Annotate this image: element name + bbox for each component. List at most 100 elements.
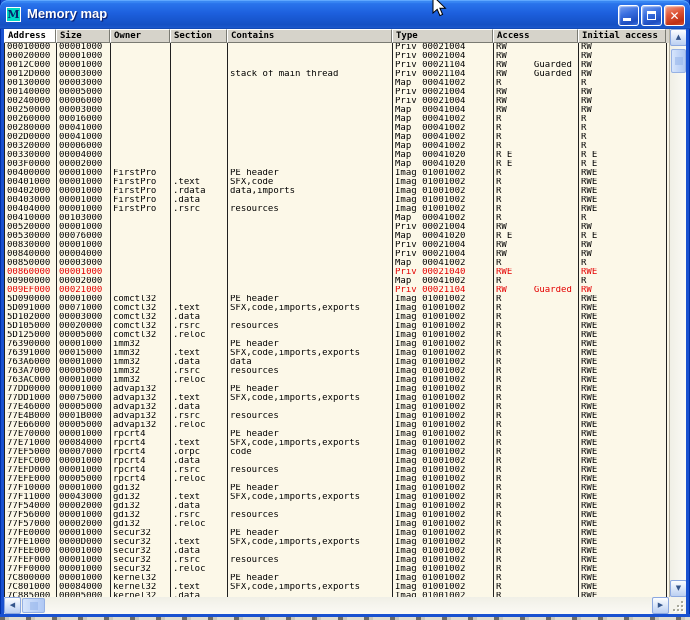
titlebar[interactable]: M Memory map ✕ bbox=[0, 0, 690, 29]
table-row[interactable]: 7639000000001000imm32PE headerImag 01001… bbox=[5, 340, 669, 349]
table-row[interactable]: 77F5400000002000gdi32.dataImag 01001002R… bbox=[5, 502, 669, 511]
table-row[interactable]: 0084000000004000Priv 00021004RWRW bbox=[5, 250, 669, 259]
cell-access: R bbox=[494, 493, 579, 502]
table-row[interactable]: 763A700000005000imm32.rsrcresourcesImag … bbox=[5, 367, 669, 376]
cell-access: R bbox=[494, 277, 579, 286]
cell-address: 00330000 bbox=[5, 151, 57, 160]
scroll-right-button[interactable]: ▶ bbox=[652, 597, 669, 614]
table-row[interactable]: 77DD100000075000advapi32.textSFX,code,im… bbox=[5, 394, 669, 403]
cell-access: R bbox=[494, 484, 579, 493]
cell-access: R bbox=[494, 295, 579, 304]
table-row[interactable]: 77F5700000002000gdi32.relocImag 01001002… bbox=[5, 520, 669, 529]
column-header-type[interactable]: Type bbox=[392, 29, 493, 43]
table-row[interactable]: 763AC00000001000imm32.relocImag 01001002… bbox=[5, 376, 669, 385]
column-header-owner[interactable]: Owner bbox=[110, 29, 170, 43]
table-row[interactable]: 77F1000000001000gdi32PE headerImag 01001… bbox=[5, 484, 669, 493]
table-row[interactable]: 0040000000001000FirstProPE headerImag 01… bbox=[5, 169, 669, 178]
cell-size: 00005000 bbox=[57, 367, 111, 376]
table-row[interactable]: 77FEF00000001000secur32.rsrcresourcesIma… bbox=[5, 556, 669, 565]
table-row[interactable]: 0040100000001000FirstPro.textSFX,codeIma… bbox=[5, 178, 669, 187]
table-row[interactable]: 0040300000001000FirstPro.dataImag 010010… bbox=[5, 196, 669, 205]
column-header-contains[interactable]: Contains bbox=[227, 29, 392, 43]
table-row[interactable]: 0002000000001000Priv 00021004RWRW bbox=[5, 52, 669, 61]
table-row[interactable]: 0041000000103000Map 00041002RR bbox=[5, 214, 669, 223]
scroll-left-button[interactable]: ◀ bbox=[4, 597, 21, 614]
cell-type: Priv 00021104 bbox=[393, 70, 494, 79]
cell-section: .rsrc bbox=[171, 511, 228, 520]
table-row[interactable]: 0012C00000001000Priv 00021104RW GuardedR… bbox=[5, 61, 669, 70]
table-row[interactable]: 77E6600000005000advapi32.relocImag 01001… bbox=[5, 421, 669, 430]
cell-address: 5D125000 bbox=[5, 331, 57, 340]
cell-type: Imag 01001002 bbox=[393, 493, 494, 502]
table-row[interactable]: 0012D00000003000stack of main threadPriv… bbox=[5, 70, 669, 79]
resize-grip[interactable] bbox=[669, 597, 686, 614]
table-row[interactable]: 009EF00000021000Priv 00021104RW GuardedR… bbox=[5, 286, 669, 295]
table-row[interactable]: 77E4600000005000advapi32.dataImag 010010… bbox=[5, 403, 669, 412]
table-row[interactable]: 0052000000001000Priv 00021004RWRW bbox=[5, 223, 669, 232]
column-header-initial-access[interactable]: Initial access bbox=[578, 29, 666, 43]
table-row[interactable]: 7C80100000084000kernel32.textSFX,code,im… bbox=[5, 583, 669, 592]
table-row[interactable]: 0053000000076000Map 00041020R ER E bbox=[5, 232, 669, 241]
table-row[interactable]: 7C80000000001000kernel32PE headerImag 01… bbox=[5, 574, 669, 583]
column-header-address[interactable]: Address bbox=[4, 29, 56, 43]
minimize-button[interactable] bbox=[618, 5, 639, 26]
close-button[interactable]: ✕ bbox=[664, 5, 685, 26]
table-row[interactable]: 5D10500000020000comctl32.rsrcresourcesIm… bbox=[5, 322, 669, 331]
cell-contains bbox=[228, 223, 393, 232]
cell-type: Map 00041002 bbox=[393, 142, 494, 151]
table-row[interactable]: 0028000000041000Map 00041002RR bbox=[5, 124, 669, 133]
cell-type: Priv 00021004 bbox=[393, 52, 494, 61]
table-row[interactable]: 77E7000000001000rpcrt4PE headerImag 0100… bbox=[5, 430, 669, 439]
table-row[interactable]: 77DD000000001000advapi32PE headerImag 01… bbox=[5, 385, 669, 394]
vertical-scrollbar[interactable]: ▲ ▼ bbox=[669, 29, 686, 597]
table-row[interactable]: 77FE000000001000secur32PE headerImag 010… bbox=[5, 529, 669, 538]
table-row[interactable]: 0032000000006000Map 00041002RR bbox=[5, 142, 669, 151]
table-row[interactable]: 5D09000000001000comctl32PE headerImag 01… bbox=[5, 295, 669, 304]
table-row[interactable]: 0014000000005000Priv 00021004RWRW bbox=[5, 88, 669, 97]
table-row[interactable]: 7639100000015000imm32.textSFX,code,impor… bbox=[5, 349, 669, 358]
column-header-access[interactable]: Access bbox=[493, 29, 578, 43]
vertical-scroll-thumb[interactable] bbox=[671, 49, 686, 73]
table-row[interactable]: 77FE10000000D000secur32.textSFX,code,imp… bbox=[5, 538, 669, 547]
cell-section bbox=[171, 223, 228, 232]
table-row[interactable]: 77EF500000007000rpcrt4.orpccodeImag 0100… bbox=[5, 448, 669, 457]
table-row[interactable]: 0085000000003000Map 00041002RR bbox=[5, 259, 669, 268]
table-row[interactable]: 003F000000002000Map 00041020R ER E bbox=[5, 160, 669, 169]
table-row[interactable]: 0033000000004000Map 00041020R ER E bbox=[5, 151, 669, 160]
table-row[interactable]: 0040400000001000FirstPro.rsrcresourcesIm… bbox=[5, 205, 669, 214]
restore-button[interactable] bbox=[641, 5, 662, 26]
column-header-size[interactable]: Size bbox=[56, 29, 110, 43]
table-row[interactable]: 77F5600000001000gdi32.rsrcresourcesImag … bbox=[5, 511, 669, 520]
table-row[interactable]: 0026000000016000Map 00041002RR bbox=[5, 115, 669, 124]
table-row[interactable]: 0025000000003000Map 00041004RWRW bbox=[5, 106, 669, 115]
horizontal-scroll-track[interactable] bbox=[45, 597, 652, 614]
table-row[interactable]: 0024000000006000Priv 00021004RWRW bbox=[5, 97, 669, 106]
table-row[interactable]: 77E7100000084000rpcrt4.textSFX,code,impo… bbox=[5, 439, 669, 448]
table-row[interactable]: 0013000000003000Map 00041002RR bbox=[5, 79, 669, 88]
table-row[interactable]: 002D000000041000Map 00041002RR bbox=[5, 133, 669, 142]
table-row[interactable]: 77EFE00000005000rpcrt4.relocImag 0100100… bbox=[5, 475, 669, 484]
table-row[interactable]: 0001000000001000Priv 00021004RWRW bbox=[5, 43, 669, 52]
table-row[interactable]: 0083000000001000Priv 00021004RWRW bbox=[5, 241, 669, 250]
table-row[interactable]: 0040200000001000FirstPro.rdatadata,impor… bbox=[5, 187, 669, 196]
table-row[interactable]: 77F1100000043000gdi32.textSFX,code,impor… bbox=[5, 493, 669, 502]
scroll-up-button[interactable]: ▲ bbox=[670, 29, 686, 46]
table-row[interactable]: 77EFC00000001000rpcrt4.dataImag 01001002… bbox=[5, 457, 669, 466]
memory-map-window-icon[interactable]: M bbox=[6, 7, 21, 22]
table-row[interactable]: 77EFD00000001000rpcrt4.rsrcresourcesImag… bbox=[5, 466, 669, 475]
horizontal-scroll-thumb[interactable] bbox=[22, 598, 45, 613]
table-row[interactable]: 77FF000000001000secur32.relocImag 010010… bbox=[5, 565, 669, 574]
table-row[interactable]: 0090000000002000Map 00041002RR bbox=[5, 277, 669, 286]
cell-initial_access: R bbox=[579, 133, 667, 142]
table-row[interactable]: 763A600000001000imm32.datadataImag 01001… bbox=[5, 358, 669, 367]
column-header-section[interactable]: Section bbox=[170, 29, 227, 43]
table-row[interactable]: 77FEE00000001000secur32.dataImag 0100100… bbox=[5, 547, 669, 556]
table-row[interactable]: 5D09100000071000comctl32.textSFX,code,im… bbox=[5, 304, 669, 313]
table-row[interactable]: 5D12500000005000comctl32.relocImag 01001… bbox=[5, 331, 669, 340]
horizontal-scrollbar[interactable]: ◀ ▶ bbox=[4, 597, 669, 614]
cell-access: R bbox=[494, 511, 579, 520]
table-row[interactable]: 0086000000001000Priv 00021040RWERWE bbox=[5, 268, 669, 277]
table-row[interactable]: 5D10200000003000comctl32.dataImag 010010… bbox=[5, 313, 669, 322]
table-row[interactable]: 77E4B0000001B000advapi32.rsrcresourcesIm… bbox=[5, 412, 669, 421]
scroll-down-button[interactable]: ▼ bbox=[670, 580, 686, 597]
